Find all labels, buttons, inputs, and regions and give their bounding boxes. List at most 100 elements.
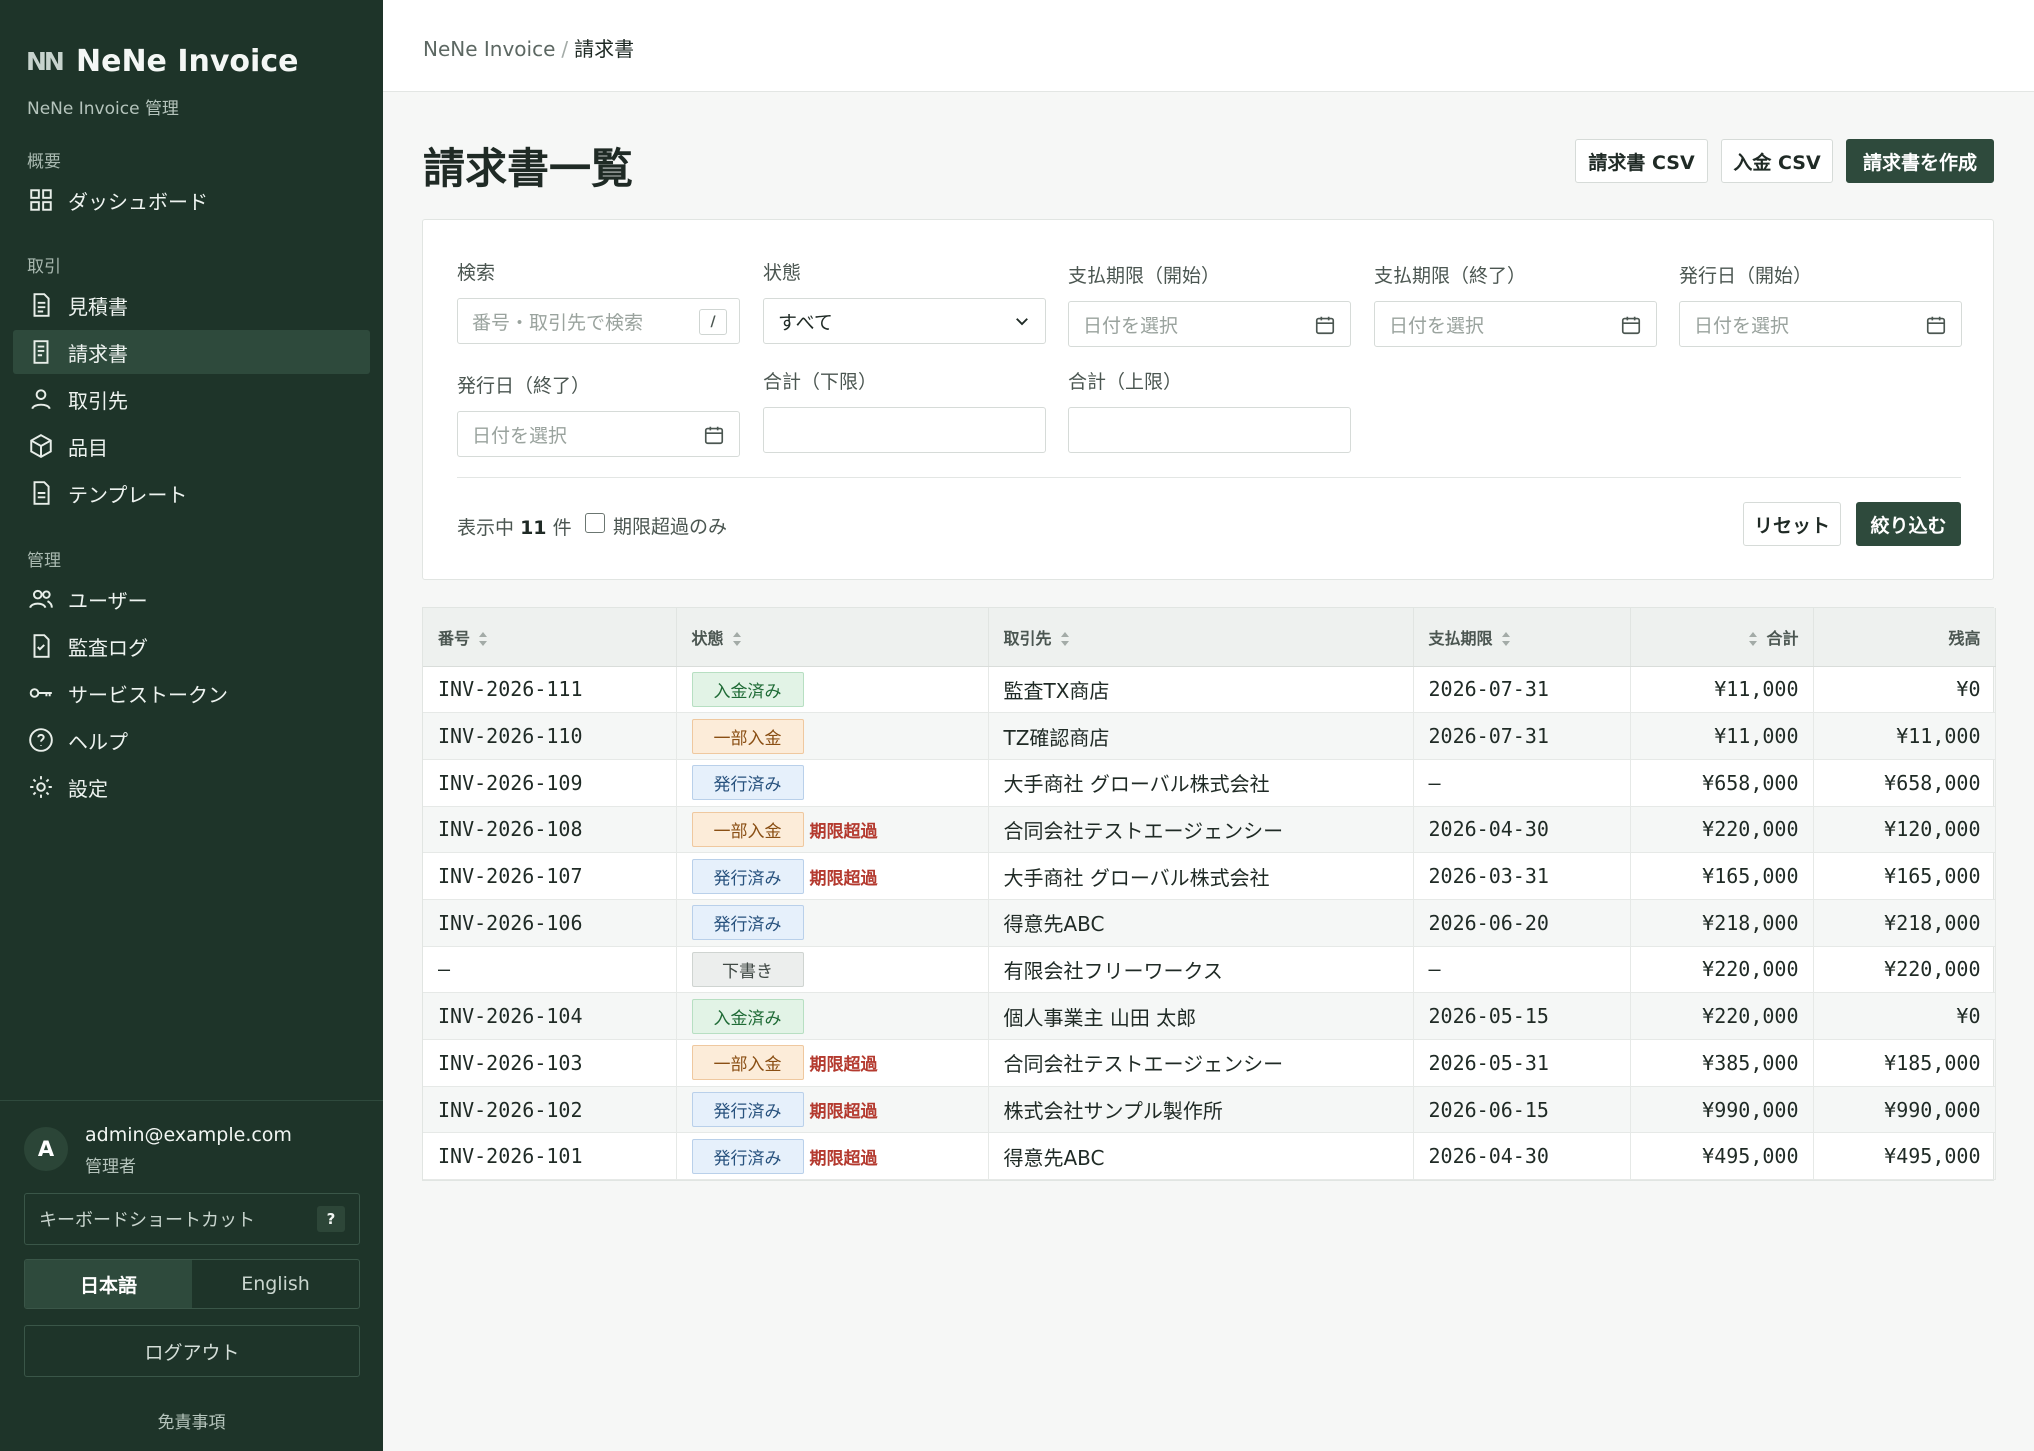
due-date-cell: – (1413, 946, 1631, 994)
breadcrumb-root[interactable]: NeNe Invoice (423, 37, 555, 61)
balance-cell: ¥120,000 (1813, 806, 1996, 854)
overdue-only-checkbox[interactable] (585, 513, 605, 533)
total-cell: ¥990,000 (1630, 1086, 1814, 1134)
nav-section-overview: 概要 (27, 152, 61, 172)
invoice-number-cell[interactable]: INV-2026-106 (423, 899, 677, 947)
invoice-number-cell[interactable]: INV-2026-107 (423, 852, 677, 900)
invoice-number-cell[interactable]: INV-2026-108 (423, 806, 677, 854)
sidebar-item-label: 設定 (68, 776, 108, 801)
logout-button[interactable]: ログアウト (24, 1325, 360, 1377)
sidebar-item-clients[interactable]: 取引先 (13, 377, 370, 421)
client-cell: 合同会社テストエージェンシー (988, 806, 1414, 854)
balance-cell: ¥0 (1813, 992, 1996, 1040)
user-role: 管理者 (85, 1157, 136, 1177)
overdue-badge: 期限超過 (809, 1148, 878, 1169)
overdue-badge: 期限超過 (809, 1055, 878, 1076)
brand-name: NeNe Invoice (76, 44, 299, 79)
sidebar-item-help[interactable]: ヘルプ (13, 718, 370, 762)
sidebar-item-dashboard[interactable]: ダッシュボード (13, 178, 370, 222)
date-placeholder: 日付を選択 (1083, 314, 1179, 337)
topbar: NeNe Invoice / 請求書 (383, 0, 2034, 92)
table-row[interactable]: INV-2026-111 入金済み 監査TX商店 2026-07-31 ¥11,000 ¥… (423, 666, 1996, 714)
create-invoice-button[interactable]: 請求書を作成 (1846, 139, 1994, 183)
nav-section-transactions: 取引 (27, 257, 61, 277)
table-row[interactable]: INV-2026-106 発行済み 得意先ABC 2026-06-20 ¥218,000… (423, 899, 1996, 947)
table-row[interactable]: INV-2026-109 発行済み 大手商社 グローバル株式会社 – ¥658,000 ¥… (423, 759, 1996, 807)
key-icon (29, 688, 52, 698)
sidebar-item-estimates[interactable]: 見積書 (13, 283, 370, 327)
sidebar-item-settings[interactable]: 設定 (13, 765, 370, 809)
invoice-number-cell[interactable]: – (423, 946, 677, 994)
sidebar-item-service-tokens[interactable]: サービストークン (13, 671, 370, 715)
breadcrumb-current: 請求書 (574, 37, 635, 61)
invoice-number-cell[interactable]: INV-2026-104 (423, 992, 677, 1040)
sidebar-item-users[interactable]: ユーザー (13, 577, 370, 621)
brand[interactable]: NN NeNe Invoice (26, 44, 298, 79)
sort-icon (1060, 632, 1069, 647)
status-cell: 発行済み 期限超過 (676, 852, 989, 900)
invoice-number-cell[interactable]: INV-2026-103 (423, 1039, 677, 1087)
column-header-status[interactable]: 状態 (676, 608, 989, 667)
invoice-number-cell[interactable]: INV-2026-111 (423, 666, 677, 714)
status-cell: 一部入金 期限超過 (676, 806, 989, 854)
due-start-date-field[interactable]: 日付を選択 (1068, 301, 1351, 347)
issue-start-date-field[interactable]: 日付を選択 (1679, 301, 1962, 347)
due-date-cell: 2026-07-31 (1413, 666, 1631, 714)
disclaimer-link[interactable]: 免責事項 (0, 1408, 383, 1433)
balance-cell: ¥495,000 (1813, 1132, 1996, 1181)
lang-ja-button[interactable]: 日本語 (25, 1260, 192, 1308)
column-header-total[interactable]: 合計 (1630, 608, 1814, 667)
sidebar-item-products[interactable]: 品目 (13, 424, 370, 468)
user-icon (31, 389, 51, 410)
column-header-number[interactable]: 番号 (423, 608, 677, 667)
avatar[interactable]: A (24, 1127, 68, 1171)
invoice-number-cell[interactable]: INV-2026-102 (423, 1086, 677, 1134)
status-badge: 発行済み (691, 858, 804, 894)
status-cell: 下書き (676, 946, 989, 994)
sidebar-item-invoices[interactable]: 請求書 (13, 330, 370, 374)
keyboard-shortcuts-button[interactable]: キーボードショートカット ? (24, 1193, 360, 1245)
client-cell: 個人事業主 山田 太郎 (988, 992, 1414, 1040)
chevron-down-icon (1016, 318, 1028, 326)
total-min-input[interactable] (763, 407, 1046, 453)
sidebar-item-label: ヘルプ (68, 729, 128, 754)
due-end-date-field[interactable]: 日付を選択 (1374, 301, 1657, 347)
invoice-number-cell[interactable]: INV-2026-110 (423, 712, 677, 760)
invoice-number-cell[interactable]: INV-2026-109 (423, 759, 677, 807)
sort-icon (732, 632, 741, 647)
sidebar-item-audit-log[interactable]: 監査ログ (13, 624, 370, 668)
table-row[interactable]: INV-2026-110 一部入金 TZ確認商店 2026-07-31 ¥11,000 ¥… (423, 712, 1996, 760)
table-row[interactable]: INV-2026-103 一部入金 期限超過 合同会社テストエージェンシー 2026-0… (423, 1039, 1996, 1087)
apply-filter-button[interactable]: 絞り込む (1856, 502, 1961, 546)
client-cell: 得意先ABC (988, 899, 1414, 947)
column-header-label: 番号 (438, 628, 471, 648)
column-header-client[interactable]: 取引先 (988, 608, 1414, 667)
payment-csv-button[interactable]: 入金 CSV (1721, 139, 1833, 183)
table-row[interactable]: INV-2026-102 発行済み 期限超過 株式会社サンプル製作所 2026-06-1… (423, 1086, 1996, 1134)
issue-end-date-field[interactable]: 日付を選択 (457, 411, 740, 457)
status-cell: 一部入金 期限超過 (676, 1039, 989, 1087)
status-cell: 発行済み 期限超過 (676, 1086, 989, 1134)
status-select[interactable]: すべて (763, 298, 1046, 344)
document-icon (33, 293, 50, 317)
sidebar-item-label: ダッシュボード (68, 189, 208, 214)
table-row[interactable]: INV-2026-108 一部入金 期限超過 合同会社テストエージェンシー 2026-0… (423, 806, 1996, 854)
column-header-label: 支払期限 (1428, 628, 1493, 648)
table-row[interactable]: INV-2026-107 発行済み 期限超過 大手商社 グローバル株式会社 2026-0… (423, 852, 1996, 900)
table-row[interactable]: INV-2026-104 入金済み 個人事業主 山田 太郎 2026-05-15 ¥22… (423, 992, 1996, 1040)
invoice-number-cell[interactable]: INV-2026-101 (423, 1132, 677, 1181)
grid-icon (30, 189, 52, 211)
table-row[interactable]: – 下書き 有限会社フリーワークス – ¥220,000 ¥220,000 (423, 946, 1996, 994)
lang-en-button[interactable]: English (192, 1260, 359, 1308)
invoice-csv-button[interactable]: 請求書 CSV (1575, 139, 1708, 183)
sidebar-item-templates[interactable]: テンプレート (13, 471, 370, 515)
due-date-cell: 2026-04-30 (1413, 806, 1631, 854)
reset-button[interactable]: リセット (1743, 502, 1841, 546)
overdue-only-label[interactable]: 期限超過のみ (613, 512, 727, 539)
table-row[interactable]: INV-2026-101 発行済み 期限超過 得意先ABC 2026-04-30 ¥495… (423, 1132, 1996, 1181)
search-input[interactable]: 番号・取引先で検索 / (457, 298, 740, 344)
due-date-cell: 2026-05-15 (1413, 992, 1631, 1040)
total-max-input[interactable] (1068, 407, 1351, 453)
audit-icon (33, 634, 50, 658)
column-header-due[interactable]: 支払期限 (1413, 608, 1631, 667)
